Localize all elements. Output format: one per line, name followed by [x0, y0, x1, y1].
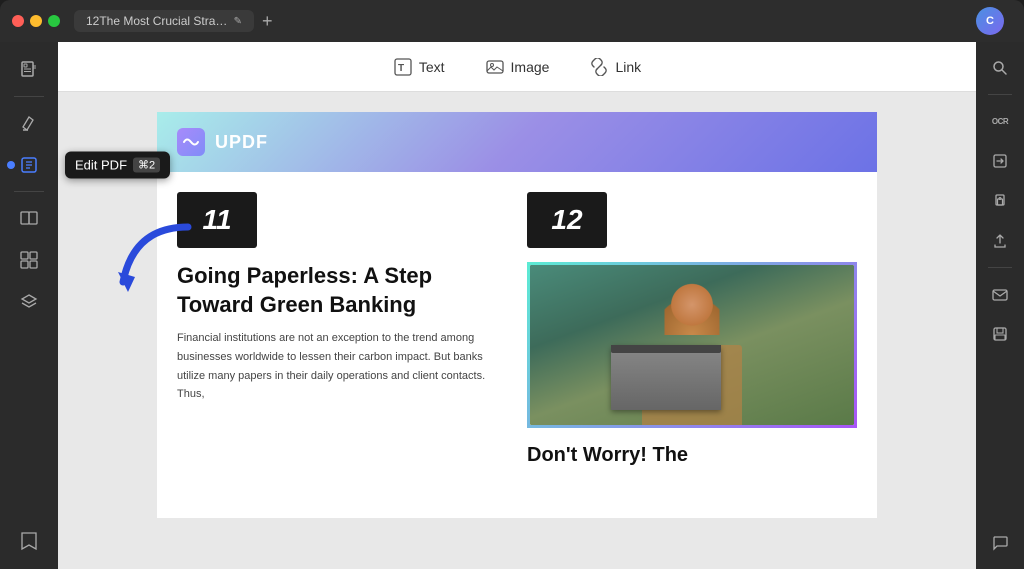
main-layout: Edit PDF ⌘2	[0, 42, 1024, 569]
sidebar-icon-organize[interactable]	[11, 242, 47, 278]
right-divider-2	[988, 267, 1012, 268]
text-tool[interactable]: T Text	[385, 53, 453, 81]
sidebar-bottom	[11, 523, 47, 559]
right-sidebar: OCR	[976, 42, 1024, 569]
item11-heading: Going Paperless: A Step Toward Green Ban…	[177, 262, 507, 319]
avatar: C	[976, 7, 1004, 35]
close-button[interactable]	[12, 15, 24, 27]
pdf-image	[530, 265, 854, 425]
titlebar-right: C	[976, 7, 1012, 35]
pdf-left-column: 11 Going Paperless: A Step Toward Green …	[177, 192, 507, 468]
sidebar-divider-2	[14, 191, 44, 192]
updf-logo	[177, 128, 205, 156]
number-badge-12: 12	[527, 192, 607, 248]
link-tool[interactable]: Link	[581, 53, 649, 81]
ocr-button[interactable]: OCR	[984, 105, 1016, 137]
pdf-content[interactable]: UPDF 11 Going Paperless: A Step Toward G…	[58, 92, 976, 569]
email-button[interactable]	[984, 278, 1016, 310]
pdf-page: UPDF 11 Going Paperless: A Step Toward G…	[157, 112, 877, 518]
sidebar-icon-highlight[interactable]	[11, 105, 47, 141]
sidebar-icon-edit[interactable]: Edit PDF ⌘2	[11, 147, 47, 183]
link-tool-label: Link	[615, 59, 641, 75]
pdf-two-columns: 11 Going Paperless: A Step Toward Green …	[157, 172, 877, 488]
minimize-button[interactable]	[30, 15, 42, 27]
image-tool[interactable]: Image	[477, 53, 558, 81]
number-badge-11: 11	[177, 192, 257, 248]
traffic-lights	[12, 15, 60, 27]
content-area: T Text Image	[58, 42, 976, 569]
pdf-right-column: 12 Don't Worry!	[527, 192, 857, 468]
image-tool-label: Image	[511, 59, 550, 75]
image-tool-icon	[485, 57, 505, 77]
sidebar-icon-bookmark[interactable]	[11, 523, 47, 559]
chat-button[interactable]	[984, 527, 1016, 559]
protect-button[interactable]	[984, 185, 1016, 217]
add-tab-button[interactable]: +	[262, 11, 273, 32]
edit-pdf-tooltip: Edit PDF ⌘2	[65, 152, 170, 179]
updf-brand-text: UPDF	[215, 132, 268, 153]
sidebar-divider-1	[14, 96, 44, 97]
svg-text:T: T	[398, 63, 404, 74]
laptop-base	[611, 345, 721, 353]
titlebar: 12The Most Crucial Strate... ✎ + C	[0, 0, 1024, 42]
tooltip-label: Edit PDF	[75, 158, 127, 173]
person-head	[665, 280, 720, 335]
text-tool-label: Text	[419, 59, 445, 75]
item11-body: Financial institutions are not an except…	[177, 329, 507, 404]
convert-button[interactable]	[984, 145, 1016, 177]
laptop	[611, 345, 721, 410]
sidebar-icon-layers[interactable]	[11, 284, 47, 320]
link-tool-icon	[589, 57, 609, 77]
text-tool-icon: T	[393, 57, 413, 77]
active-tab[interactable]: 12The Most Crucial Strate... ✎	[74, 10, 254, 32]
sidebar-icon-document[interactable]	[11, 52, 47, 88]
tooltip-shortcut: ⌘2	[133, 158, 160, 173]
left-sidebar: Edit PDF ⌘2	[0, 42, 58, 569]
maximize-button[interactable]	[48, 15, 60, 27]
active-indicator	[7, 161, 15, 169]
tab-edit-icon: ✎	[234, 16, 242, 27]
save-button[interactable]	[984, 318, 1016, 350]
right-divider-1	[988, 94, 1012, 95]
pdf-banner: UPDF	[157, 112, 877, 172]
top-toolbar: T Text Image	[58, 42, 976, 92]
sidebar-icon-pages[interactable]	[11, 200, 47, 236]
upload-button[interactable]	[984, 225, 1016, 257]
tab-title: 12The Most Crucial Strate...	[86, 14, 228, 28]
search-button[interactable]	[984, 52, 1016, 84]
pdf-image-wrapper	[527, 262, 857, 428]
item12-subheading: Don't Worry! The	[527, 442, 857, 468]
